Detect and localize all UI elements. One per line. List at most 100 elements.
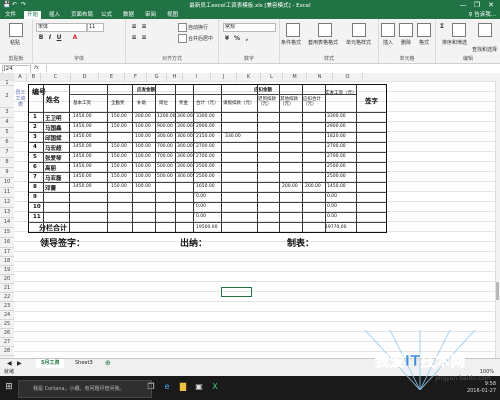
sheet-nav-next[interactable]: ▶ <box>12 359 27 368</box>
column-header[interactable]: D <box>71 73 99 81</box>
cell-name[interactable]: 张爱琴 <box>45 154 62 162</box>
column-header[interactable]: B <box>27 73 41 81</box>
cell-net[interactable]: 1450.00 <box>327 184 346 189</box>
row-header[interactable]: 23 <box>0 302 14 311</box>
cell-d[interactable]: 300.00 <box>177 134 193 139</box>
cell-no[interactable]: 2 <box>33 124 37 130</box>
font-size-combo[interactable]: 11 <box>87 23 104 32</box>
cell-no[interactable]: 5 <box>33 154 37 160</box>
font-color-icon[interactable]: A <box>71 34 79 41</box>
vertical-scrollbar[interactable] <box>495 81 500 358</box>
cell-base[interactable]: 1450.00 <box>73 144 92 149</box>
cell-name[interactable]: 王卫明 <box>45 114 62 122</box>
row-header[interactable]: 7 <box>0 148 14 158</box>
row-header[interactable]: 4 <box>0 118 14 128</box>
table-format-button[interactable]: 套用表格格式 <box>308 39 338 46</box>
cell-b[interactable]: 100.00 <box>135 164 151 169</box>
tab-data[interactable]: 数据 <box>120 11 137 19</box>
row-header[interactable]: 24 <box>0 311 14 320</box>
cell-d[interactable]: 300.00 <box>177 114 193 119</box>
cell-total[interactable]: 0.00 <box>196 204 206 209</box>
add-sheet-button[interactable]: ⊕ <box>100 359 116 368</box>
italic-button[interactable]: I <box>46 34 54 41</box>
find-select-button[interactable]: 查找和选择 <box>472 46 497 53</box>
cell-c[interactable]: 500.00 <box>157 164 173 169</box>
column-header[interactable]: K <box>237 73 261 81</box>
cell-name[interactable]: 马国鑫 <box>45 124 62 132</box>
cell-net[interactable]: 2900.00 <box>327 124 346 129</box>
find-select-icon[interactable] <box>478 23 492 37</box>
align-center-icon[interactable]: ≡ <box>140 34 148 41</box>
cell-no[interactable]: 8 <box>33 184 37 190</box>
tab-home[interactable]: 开始 <box>24 11 42 19</box>
cell-b[interactable]: 100.00 <box>135 154 151 159</box>
row-header[interactable]: 3 <box>0 108 14 118</box>
close-button[interactable]: ✕ <box>484 0 498 10</box>
format-cells-icon[interactable] <box>417 23 431 37</box>
merge-center-button[interactable]: 合并后居中 <box>178 34 213 43</box>
currency-icon[interactable]: ¥ <box>223 35 231 42</box>
wrap-text-button[interactable]: 自动换行 <box>178 23 208 32</box>
cell-total[interactable]: 2500.00 <box>196 174 215 179</box>
row-header[interactable]: 27 <box>0 338 14 347</box>
cortana-search-box[interactable]: 我是 Cortana，小娜。有问题尽管问我。 <box>18 380 152 398</box>
row-header[interactable]: 13 <box>0 208 14 218</box>
cell-base[interactable]: 1450.00 <box>73 164 92 169</box>
cell-net[interactable]: 3300.00 <box>327 114 346 119</box>
row-header[interactable]: 8 <box>0 158 14 168</box>
cell-late[interactable]: 330.00 <box>225 134 241 139</box>
cell-base[interactable]: 1450.00 <box>73 184 92 189</box>
cell-no[interactable]: 6 <box>33 164 37 170</box>
store-icon[interactable]: ▣ <box>194 382 204 392</box>
format-cells-button[interactable]: 格式 <box>419 39 429 46</box>
formula-input[interactable] <box>46 65 497 72</box>
row-header[interactable]: 25 <box>0 320 14 329</box>
cell-name[interactable]: 邓蕾 <box>45 184 56 192</box>
column-header[interactable]: G <box>147 73 167 81</box>
cell-c[interactable]: 500.00 <box>157 174 173 179</box>
row-header[interactable]: 16 <box>0 238 14 248</box>
tab-formulas[interactable]: 公式 <box>98 11 115 19</box>
file-explorer-icon[interactable]: ▇ <box>178 382 188 392</box>
row-header[interactable]: 11 <box>0 188 14 198</box>
insert-cells-icon[interactable] <box>381 23 395 37</box>
cell-net[interactable]: 1820.00 <box>327 134 346 139</box>
cell-a[interactable]: 150.00 <box>111 124 127 129</box>
row-header[interactable]: 15 <box>0 228 14 238</box>
cell-net[interactable]: 0.00 <box>327 204 337 209</box>
cell-no[interactable]: 7 <box>33 174 37 180</box>
fx-icon[interactable]: fx <box>34 65 39 72</box>
tab-review[interactable]: 审阅 <box>142 11 159 19</box>
cell-total[interactable]: 2500.00 <box>196 164 215 169</box>
cell-total[interactable]: 2700.00 <box>196 144 215 149</box>
align-top-icon[interactable]: ≡ <box>130 23 138 30</box>
cell-d[interactable]: 300.00 <box>177 154 193 159</box>
column-header[interactable]: I <box>183 73 211 81</box>
row-header[interactable]: 5 <box>0 128 14 138</box>
cell-total[interactable]: 2900.00 <box>196 124 215 129</box>
cell-total[interactable]: 0.00 <box>196 194 206 199</box>
minimize-button[interactable]: — <box>456 0 470 10</box>
selected-cell-j24[interactable] <box>221 287 252 297</box>
task-view-icon[interactable]: ❐ <box>146 382 156 392</box>
cell-total[interactable]: 3300.00 <box>196 114 215 119</box>
row-header[interactable]: 20 <box>0 275 14 284</box>
align-middle-icon[interactable]: ≡ <box>140 23 148 30</box>
number-format-combo[interactable]: 常规 <box>223 23 276 32</box>
table-format-icon[interactable] <box>318 23 332 37</box>
cell-a[interactable]: 150.00 <box>111 144 127 149</box>
cell-styles-button[interactable]: 单元格样式 <box>346 39 371 46</box>
underline-button[interactable]: U <box>55 34 63 41</box>
row-header[interactable]: 9 <box>0 168 14 178</box>
sort-filter-button[interactable]: 排序和筛选 <box>442 39 467 46</box>
column-header[interactable]: J <box>211 73 237 81</box>
column-header[interactable]: C <box>41 73 71 81</box>
restore-button[interactable]: ❐ <box>470 0 484 10</box>
row-header[interactable]: 14 <box>0 218 14 228</box>
comma-icon[interactable]: , <box>243 35 251 42</box>
cell-base[interactable]: 1450.00 <box>73 114 92 119</box>
cell-a[interactable]: 150.00 <box>111 184 127 189</box>
cell-a[interactable]: 150.00 <box>111 174 127 179</box>
cell-d[interactable]: 300.00 <box>177 174 193 179</box>
paste-icon[interactable] <box>9 23 23 37</box>
